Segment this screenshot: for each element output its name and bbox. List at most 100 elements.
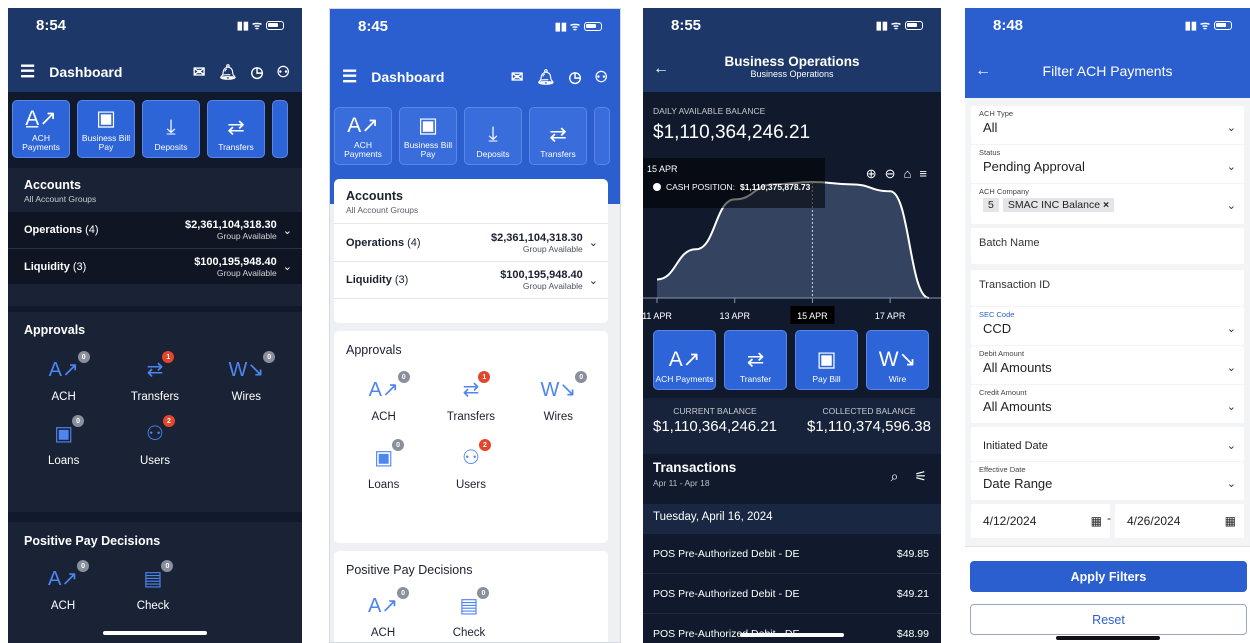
tile-ach-payments[interactable]: A̲↗ ACH Payments [12, 100, 70, 158]
approval-transfers[interactable]: ⇄ 1 Transfers [427, 371, 514, 423]
chevron-down-icon: ⌄ [1226, 362, 1236, 374]
chevron-down-icon: ⌄ [282, 261, 292, 273]
phone-dashboard-dark: 8:54 ▮▮ ᯤ ☰ Dashboard ✉ 🔔︎ ◷ ⚇ A̲↗ ACH Pa… [8, 8, 302, 643]
effective-date-select[interactable]: Effective Date Date Range ⌄ [971, 462, 1244, 500]
accounts-subtitle: All Account Groups [346, 205, 419, 215]
tile-pay-bill[interactable]: ▣ Pay Bill [795, 330, 858, 390]
chevron-down-icon: ⌄ [1226, 401, 1236, 413]
date-from-input[interactable]: 4/12/2024 ▦ [971, 504, 1110, 538]
credit-amount-select[interactable]: Credit Amount All Amounts ⌄ [971, 385, 1244, 423]
bell-icon[interactable]: 🔔︎ [218, 63, 237, 81]
remove-chip-icon[interactable]: × [1103, 199, 1109, 211]
calendar-icon[interactable]: ▦ [1091, 514, 1102, 528]
debit-amount-select[interactable]: Debit Amount All Amounts ⌄ [971, 346, 1244, 384]
bell-icon[interactable]: 🔔︎ [536, 68, 555, 86]
approval-ach[interactable]: A↗ 0 ACH [18, 351, 109, 403]
mail-icon[interactable]: ✉ [193, 63, 206, 81]
chevron-down-icon: ⌄ [282, 224, 292, 237]
approvals-title: Approvals [346, 343, 402, 357]
chevron-down-icon: ⌄ [1226, 161, 1236, 173]
bill-pay-icon: ▣ [96, 107, 116, 131]
loan-icon: ▣ 0 [374, 439, 405, 471]
zoom-out-icon[interactable]: ⊖ [885, 166, 896, 182]
accounts-subtitle: All Account Groups [24, 194, 97, 204]
mail-icon[interactable]: ✉ [511, 68, 524, 86]
ach-type-select[interactable]: ACH Type All ⌄ [971, 106, 1244, 144]
apply-filters-button[interactable]: Apply Filters [970, 561, 1247, 592]
status-bar: 8:45 ▮▮ ᯤ [330, 9, 620, 43]
quick-actions: A↗ ACH Payments ▣ Business Bill Pay ⤓ Depos… [330, 107, 620, 165]
account-row-liquidity[interactable]: Liquidity (3) $100,195,948.40 Group Avail… [334, 261, 608, 299]
transaction-row[interactable]: POS Pre-Authorized Debit - DE $49.85 [643, 534, 941, 574]
positive-pay-check[interactable]: ▤ 0 Check [108, 560, 198, 612]
transfer-icon: ⇄ 1 [463, 371, 491, 403]
bill-pay-icon: ▣ [816, 348, 837, 372]
transaction-row[interactable]: POS Pre-Authorized Debit - DE $48.99 [643, 614, 941, 643]
ach-company-select[interactable]: ACH Company 5 SMAC INC Balance × ⌄ [971, 184, 1244, 224]
user-icon[interactable]: ⚇ [595, 68, 608, 86]
user-icon[interactable]: ⚇ [277, 63, 290, 81]
approval-ach[interactable]: A↗ 0 ACH [340, 371, 427, 423]
status-select[interactable]: Status Pending Approval ⌄ [971, 145, 1244, 183]
tile-bill-pay[interactable]: ▣ Business Bill Pay [77, 100, 135, 158]
chevron-down-icon: ⌄ [588, 274, 598, 287]
tile-transfers[interactable]: ⇄ Transfers [207, 100, 265, 158]
filter-icon[interactable]: ⚟ [914, 468, 927, 485]
zoom-in-icon[interactable]: ⊕ [866, 166, 877, 182]
tile-more[interactable] [594, 107, 610, 165]
sec-code-select[interactable]: SEC Code CCD ⌄ [971, 307, 1244, 345]
deposit-icon: ⤓ [166, 116, 176, 140]
transaction-id-input[interactable]: Transaction ID [971, 270, 1244, 306]
account-row-operations[interactable]: Operations (4) $2,361,104,318.30 Group Av… [334, 223, 608, 261]
positive-pay-ach[interactable]: A↗ 0 ACH [340, 587, 426, 639]
positive-pay-title: Positive Pay Decisions [346, 563, 473, 577]
approval-wires[interactable]: W↘ 0 Wires [515, 371, 602, 423]
calendar-icon[interactable]: ▦ [1225, 514, 1236, 528]
page-header: Business Operations Business Operations [643, 54, 941, 79]
balance-label: DAILY AVAILABLE BALANCE [653, 106, 766, 116]
home-icon[interactable]: ⌂ [904, 166, 912, 182]
account-row-liquidity[interactable]: Liquidity (3) $100,195,948.40 Group Avail… [8, 248, 302, 284]
tile-ach-payments[interactable]: A↗ ACH Payments [653, 330, 716, 390]
transfer-icon: ⇄ [549, 123, 567, 147]
menu-icon[interactable]: ☰ [20, 62, 35, 82]
page-title: Filter ACH Payments [1042, 63, 1173, 79]
tile-wire[interactable]: W↘ Wire [866, 330, 929, 390]
system-icons: ▮▮ ᯤ [1185, 18, 1232, 33]
system-icons: ▮▮ ᯤ [876, 18, 923, 33]
transaction-row[interactable]: POS Pre-Authorized Debit - DE $49.21 [643, 574, 941, 614]
app-header: ☰ Dashboard ✉ 🔔︎ ◷ ⚇ [330, 57, 620, 97]
approval-users[interactable]: ⚇ 2 Users [427, 439, 514, 491]
clock-icon[interactable]: ◷ [568, 68, 581, 86]
phone-business-operations: 8:55 ▮▮ ᯤ ← Business Operations Business… [643, 8, 941, 643]
approval-loans[interactable]: ▣ 0 Loans [18, 415, 109, 467]
app-header: ☰ Dashboard ✉ 🔔︎ ◷ ⚇ [8, 52, 302, 92]
tile-more[interactable] [272, 100, 288, 158]
tile-transfers[interactable]: ⇄ Transfers [529, 107, 587, 165]
tile-bill-pay[interactable]: ▣ Business Bill Pay [399, 107, 457, 165]
menu-icon[interactable]: ☰ [342, 67, 357, 87]
tile-deposits[interactable]: ⤓ Deposits [142, 100, 200, 158]
transfer-icon: ⇄ 1 [147, 351, 175, 383]
tile-ach-payments[interactable]: A↗ ACH Payments [334, 107, 392, 165]
positive-pay-check[interactable]: ▤ 0 Check [426, 587, 512, 639]
menu-icon[interactable]: ≡ [919, 166, 927, 182]
ach-icon: A↗ [668, 348, 701, 372]
reset-button[interactable]: Reset [970, 604, 1247, 635]
tile-deposits[interactable]: ⤓ Deposits [464, 107, 522, 165]
initiated-date-select[interactable]: Initiated Date ⌄ [971, 427, 1244, 461]
bill-pay-icon: ▣ [418, 114, 438, 138]
approval-loans[interactable]: ▣ 0 Loans [340, 439, 427, 491]
approval-wires[interactable]: W↘ 0 Wires [201, 351, 292, 403]
tile-transfer[interactable]: ⇄ Transfer [724, 330, 787, 390]
date-to-input[interactable]: 4/26/2024 ▦ [1115, 504, 1244, 538]
company-chip[interactable]: SMAC INC Balance × [1002, 198, 1115, 212]
check-icon: ▤ 0 [460, 587, 490, 619]
batch-name-input[interactable]: Batch Name [971, 228, 1244, 264]
approval-transfers[interactable]: ⇄ 1 Transfers [109, 351, 200, 403]
positive-pay-ach[interactable]: A↗ 0 ACH [18, 560, 108, 612]
account-row-operations[interactable]: Operations (4) $2,361,104,318.30 Group Av… [8, 212, 302, 248]
approval-users[interactable]: ⚇ 2 Users [109, 415, 200, 467]
clock-icon[interactable]: ◷ [250, 63, 263, 81]
search-icon[interactable]: ⌕ [891, 468, 899, 485]
